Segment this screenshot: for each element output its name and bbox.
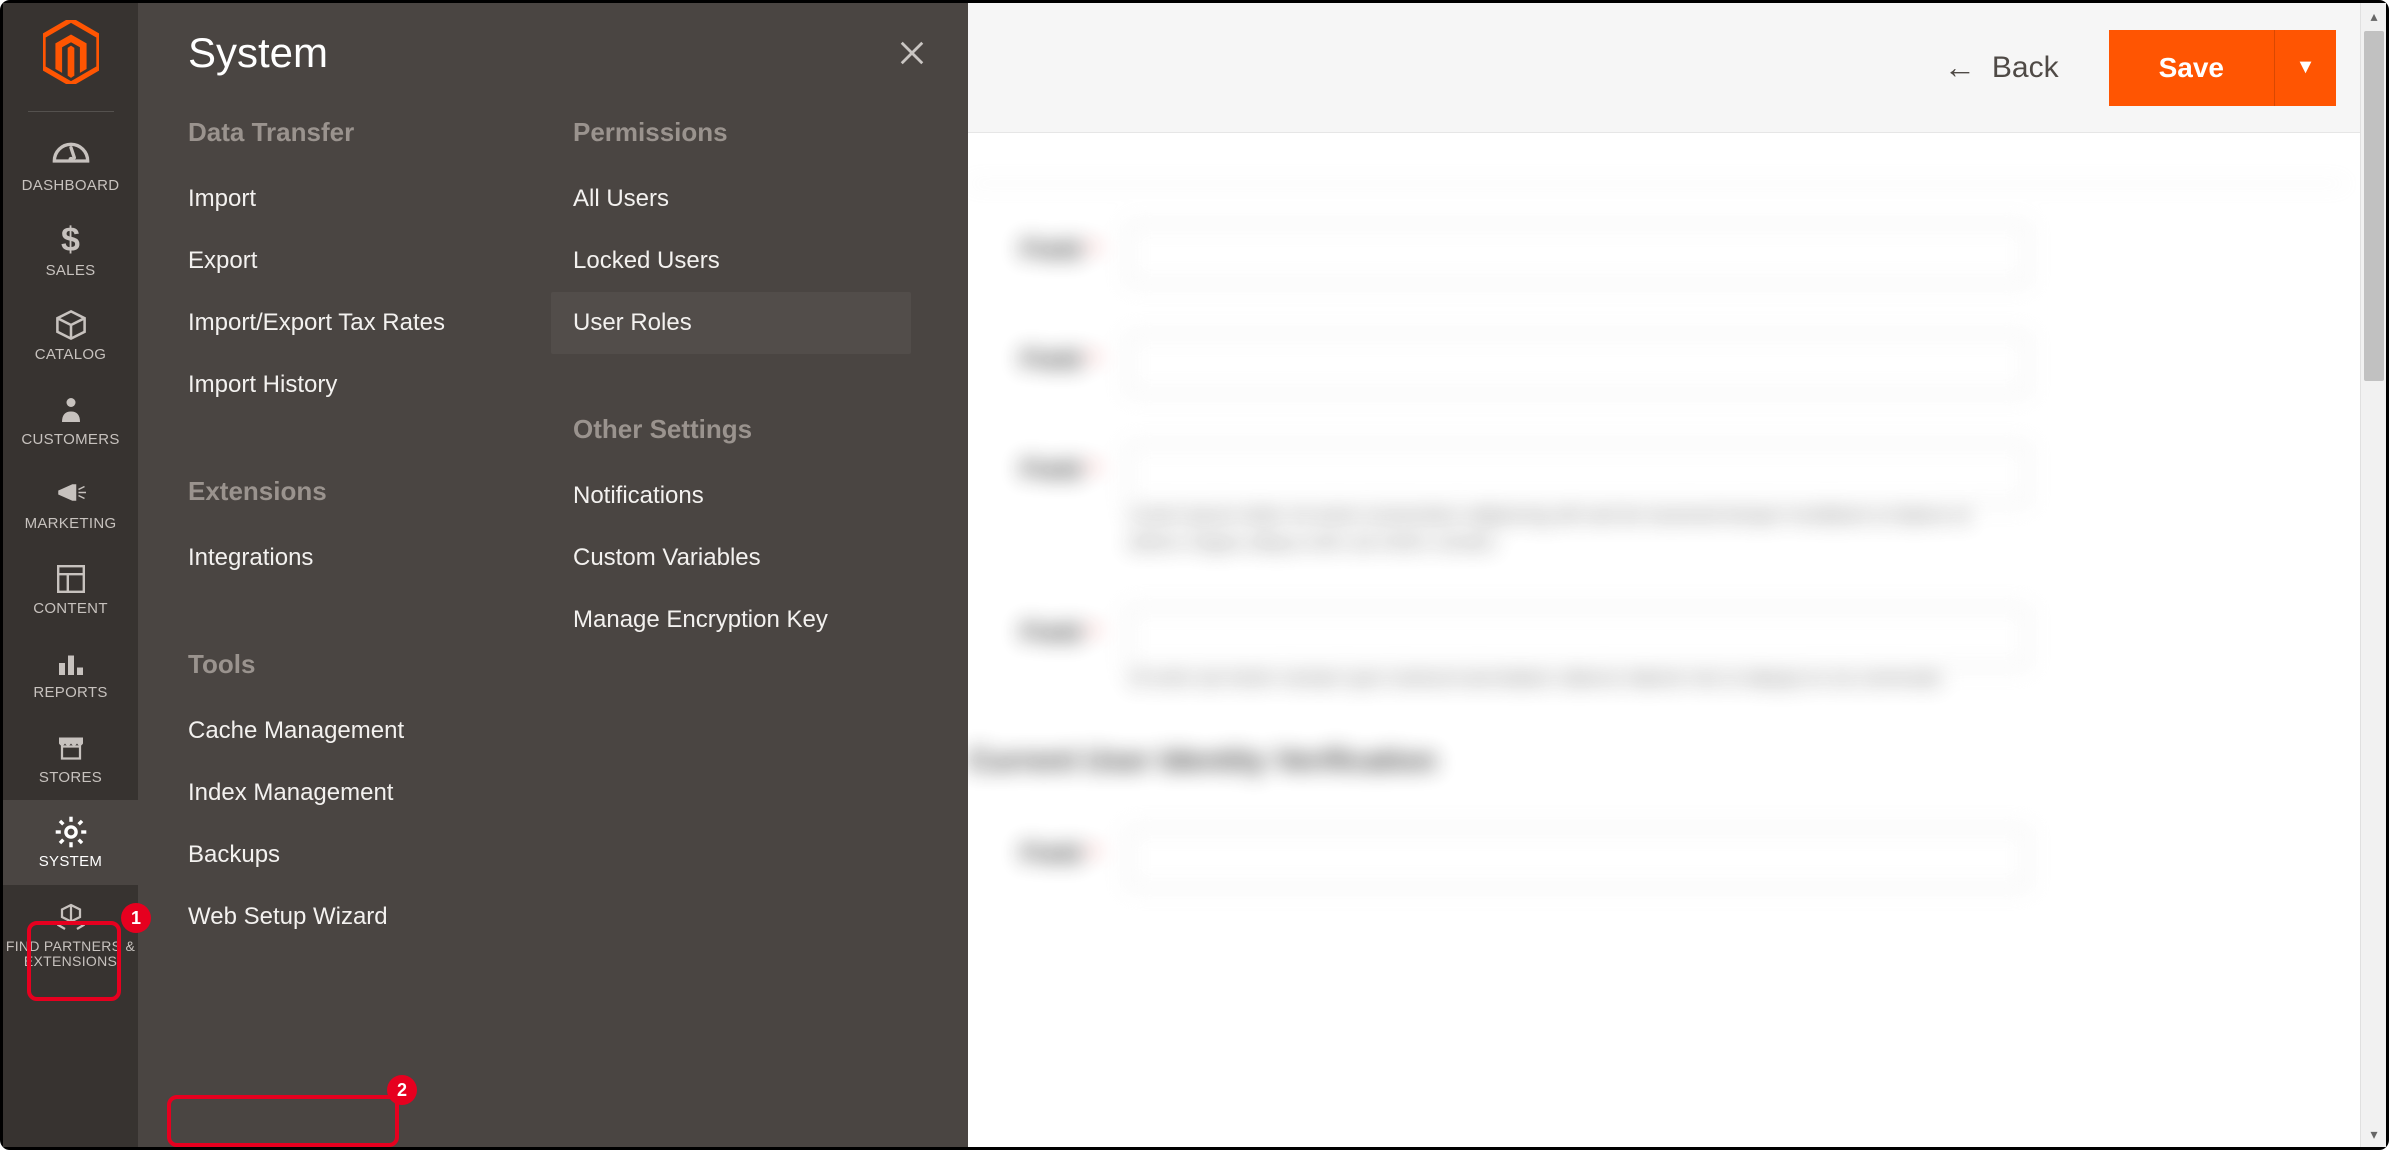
sidebar-separator xyxy=(28,111,114,112)
flyout-link-manage-encryption-key[interactable]: Manage Encryption Key xyxy=(551,589,911,651)
scroll-up-arrow-icon[interactable]: ▴ xyxy=(2361,3,2387,29)
scroll-down-arrow-icon[interactable]: ▾ xyxy=(2361,1121,2387,1147)
close-icon[interactable] xyxy=(892,33,932,73)
flyout-group-tools: Tools Cache Management Index Management … xyxy=(188,649,573,948)
flyout-link-index-management[interactable]: Index Management xyxy=(166,762,526,824)
dollar-icon: $ xyxy=(51,223,91,259)
flyout-link-import-history[interactable]: Import History xyxy=(166,354,526,416)
cube-icon xyxy=(51,307,91,343)
sidebar-item-label: REPORTS xyxy=(33,685,107,702)
sidebar-item-label: SYSTEM xyxy=(39,854,102,871)
back-button-label: Back xyxy=(1992,51,2059,85)
sidebar-item-label: FIND PARTNERS & EXTENSIONS xyxy=(3,939,138,970)
sidebar-item-marketing[interactable]: MARKETING xyxy=(3,462,138,547)
sidebar-item-catalog[interactable]: CATALOG xyxy=(3,293,138,378)
back-button[interactable]: ← Back xyxy=(1944,49,2059,86)
sidebar-item-label: SALES xyxy=(46,263,96,280)
sidebar-item-dashboard[interactable]: DASHBOARD xyxy=(3,124,138,209)
flyout-link-cache-management[interactable]: Cache Management xyxy=(166,700,526,762)
sidebar-item-label: CATALOG xyxy=(35,347,107,364)
flyout-group-data-transfer: Data Transfer Import Export Import/Expor… xyxy=(188,117,573,416)
sidebar-item-label: STORES xyxy=(39,770,102,787)
sidebar-item-find-partners[interactable]: FIND PARTNERS & EXTENSIONS xyxy=(3,885,138,984)
flyout-group-other-settings: Other Settings Notifications Custom Vari… xyxy=(573,414,958,651)
megaphone-icon xyxy=(51,476,91,512)
person-icon xyxy=(51,392,91,428)
sidebar-item-customers[interactable]: CUSTOMERS xyxy=(3,378,138,463)
package-icon xyxy=(51,899,91,935)
triangle-down-icon: ▼ xyxy=(2296,56,2316,79)
sidebar-item-reports[interactable]: REPORTS xyxy=(3,631,138,716)
system-flyout-panel: System Data Transfer Import Export Impor… xyxy=(138,3,968,1147)
sidebar-item-system[interactable]: SYSTEM xyxy=(3,800,138,885)
sidebar-item-label: MARKETING xyxy=(25,516,117,533)
flyout-link-export[interactable]: Export xyxy=(166,230,526,292)
flyout-link-custom-variables[interactable]: Custom Variables xyxy=(551,527,911,589)
flyout-link-backups[interactable]: Backups xyxy=(166,824,526,886)
vertical-scrollbar[interactable]: ▴ ▾ xyxy=(2360,3,2386,1147)
flyout-link-locked-users[interactable]: Locked Users xyxy=(551,230,911,292)
flyout-column-left: Data Transfer Import Export Import/Expor… xyxy=(188,117,573,948)
flyout-group-title: Other Settings xyxy=(573,414,958,445)
flyout-link-web-setup-wizard[interactable]: Web Setup Wizard xyxy=(166,886,526,948)
admin-sidebar: DASHBOARD $ SALES CATALOG CUSTOMERS MARK… xyxy=(3,3,138,1147)
save-button-group: Save ▼ xyxy=(2109,30,2336,106)
flyout-link-all-users[interactable]: All Users xyxy=(551,168,911,230)
flyout-title: System xyxy=(188,29,958,77)
save-dropdown-toggle[interactable]: ▼ xyxy=(2274,30,2336,106)
magento-logo-icon xyxy=(43,20,99,84)
flyout-group-extensions: Extensions Integrations xyxy=(188,476,573,589)
sidebar-item-label: CONTENT xyxy=(33,601,108,618)
sidebar-item-label: CUSTOMERS xyxy=(21,432,119,449)
sidebar-item-sales[interactable]: $ SALES xyxy=(3,209,138,294)
flyout-group-title: Tools xyxy=(188,649,573,680)
dashboard-gauge-icon xyxy=(51,138,91,174)
flyout-link-import-export-tax-rates[interactable]: Import/Export Tax Rates xyxy=(166,292,526,354)
blurred-form-background: Field Field FieldLorem ipsum dolor sit a… xyxy=(968,143,2346,1147)
gear-icon xyxy=(51,814,91,850)
flyout-group-title: Data Transfer xyxy=(188,117,573,148)
flyout-link-notifications[interactable]: Notifications xyxy=(551,465,911,527)
layout-icon xyxy=(51,561,91,597)
flyout-group-title: Extensions xyxy=(188,476,573,507)
sidebar-item-stores[interactable]: STORES xyxy=(3,716,138,801)
magento-logo[interactable] xyxy=(3,3,138,111)
flyout-group-permissions: Permissions All Users Locked Users User … xyxy=(573,117,958,354)
arrow-left-icon: ← xyxy=(1944,49,1976,86)
sidebar-item-label: DASHBOARD xyxy=(22,178,120,195)
storefront-icon xyxy=(51,730,91,766)
flyout-link-import[interactable]: Import xyxy=(166,168,526,230)
flyout-group-title: Permissions xyxy=(573,117,958,148)
bar-chart-icon xyxy=(51,645,91,681)
save-button[interactable]: Save xyxy=(2109,30,2274,106)
flyout-link-user-roles[interactable]: User Roles xyxy=(551,292,911,354)
flyout-link-integrations[interactable]: Integrations xyxy=(166,527,526,589)
scrollbar-thumb[interactable] xyxy=(2364,31,2384,381)
flyout-column-right: Permissions All Users Locked Users User … xyxy=(573,117,958,948)
sidebar-item-content[interactable]: CONTENT xyxy=(3,547,138,632)
